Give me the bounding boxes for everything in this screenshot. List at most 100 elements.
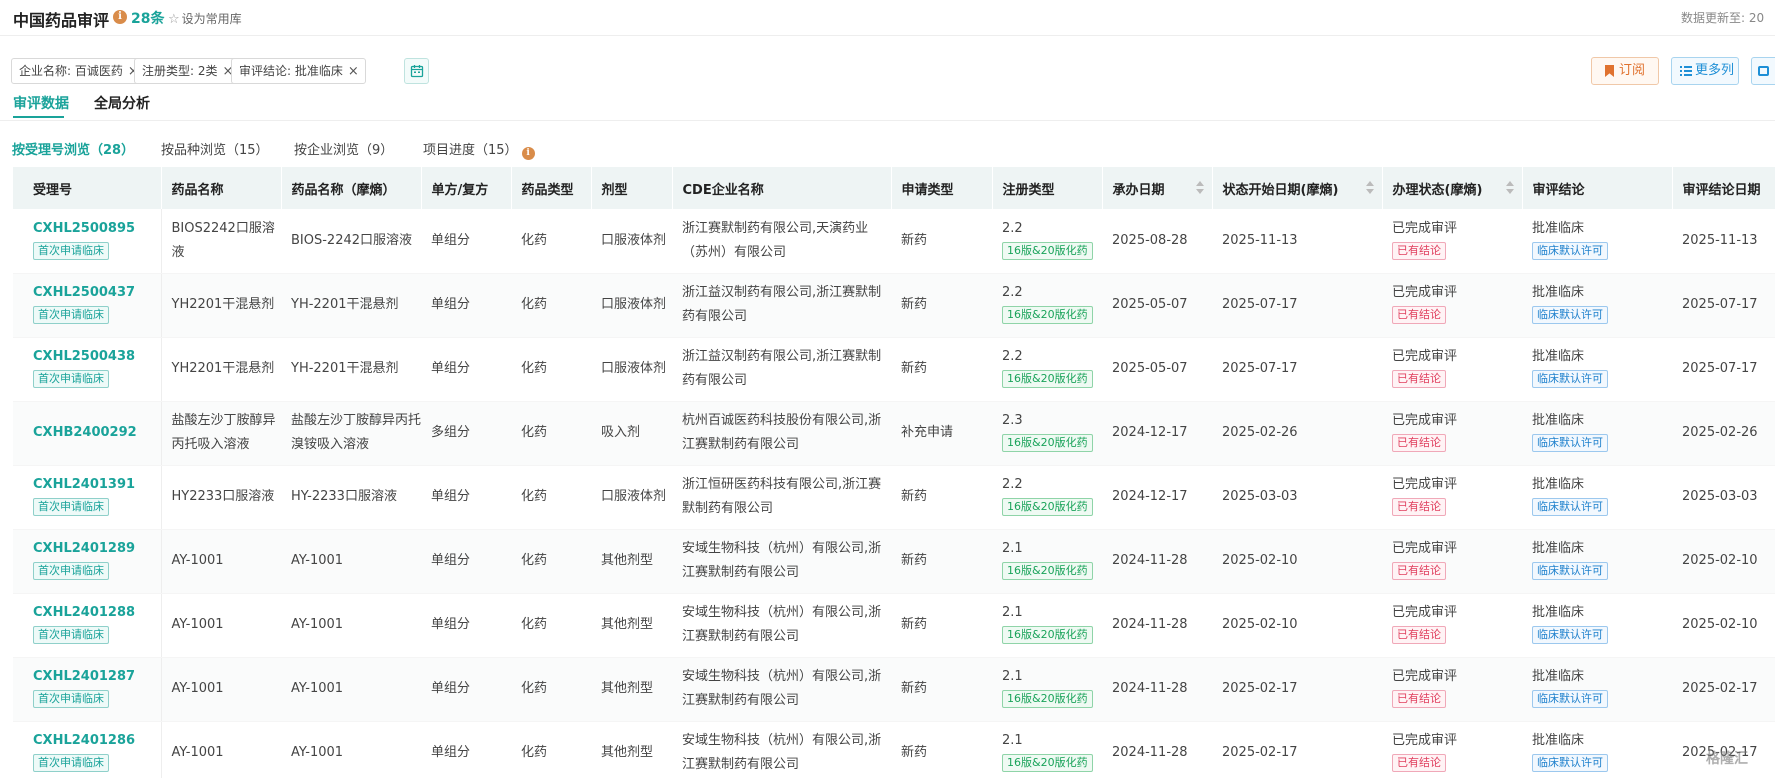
- sort-icon[interactable]: [1505, 181, 1514, 195]
- reg-type-tag: 16版&20版化药: [1002, 434, 1093, 452]
- column-header-sortable[interactable]: 承办日期: [1102, 167, 1213, 209]
- cell-drug-type: 化药: [511, 337, 591, 402]
- cell-company: 浙江恒研医药科技有限公司,浙江赛默制药有限公司: [672, 465, 891, 530]
- reg-type-value: 2.1: [1002, 669, 1023, 684]
- acceptance-no-link[interactable]: CXHL2401288: [33, 603, 161, 623]
- set-favorite-label: 设为常用库: [181, 12, 242, 26]
- cell-name-ms: HY-2233口服溶液: [281, 465, 421, 530]
- table-row[interactable]: CXHL2401289 首次申请临床 AY-1001 AY-1001 单组分 化药 其他剂型…: [13, 529, 1775, 594]
- cell-name: HY2233口服溶液: [161, 465, 281, 530]
- table-row[interactable]: CXHL2401391 首次申请临床 HY2233口服溶液 HY-2233口服溶液 单组…: [13, 465, 1775, 530]
- export-button[interactable]: [1751, 57, 1775, 85]
- bookmark-icon: [1605, 65, 1614, 77]
- cell-reg-type: 2.1 16版&20版化药: [992, 593, 1102, 658]
- filter-chip-company[interactable]: 企业名称: 百诚医药×: [11, 58, 146, 84]
- column-header[interactable]: 审评结论: [1522, 167, 1673, 209]
- column-header[interactable]: CDE企业名称: [672, 167, 892, 209]
- subtab-by-company[interactable]: 按企业浏览（9）: [294, 139, 393, 158]
- more-columns-button[interactable]: 更多列: [1671, 57, 1739, 85]
- acceptance-no-link[interactable]: CXHL2401286: [33, 731, 161, 751]
- cell-conclusion-date: 2025-02-17: [1672, 657, 1775, 722]
- subscribe-button[interactable]: 订阅: [1591, 57, 1659, 85]
- subtab-project-progress[interactable]: 项目进度（15） i: [423, 139, 535, 160]
- info-icon[interactable]: i: [113, 10, 127, 24]
- subscribe-label: 订阅: [1619, 63, 1646, 78]
- acceptance-no-link[interactable]: CXHL2401287: [33, 667, 161, 687]
- column-header-label: 办理状态(摩熵): [1392, 182, 1483, 198]
- application-tag: 首次申请临床: [33, 754, 109, 772]
- column-header[interactable]: 审评结论日期: [1672, 167, 1775, 209]
- cell-acceptance-no: CXHL2500438 首次申请临床: [13, 337, 162, 402]
- cell-status-date: 2025-02-10: [1212, 593, 1382, 658]
- column-header-sortable[interactable]: 状态开始日期(摩熵): [1212, 167, 1383, 209]
- filter-chip-conclusion[interactable]: 审评结论: 批准临床 ×: [231, 58, 366, 84]
- cell-name: YH2201干混悬剂: [161, 273, 281, 338]
- cell-acceptance-no: CXHL2500437 首次申请临床: [13, 273, 162, 338]
- cell-company: 浙江益汉制药有限公司,浙江赛默制药有限公司: [672, 273, 891, 338]
- set-favorite-button[interactable]: ☆ 设为常用库: [168, 10, 242, 27]
- cell-status-date: 2025-02-17: [1212, 657, 1382, 722]
- column-header-sortable[interactable]: 办理状态(摩熵): [1382, 167, 1523, 209]
- application-tag: 首次申请临床: [33, 562, 109, 580]
- cell-reg-type: 2.1 16版&20版化药: [992, 657, 1102, 722]
- column-header[interactable]: 受理号: [13, 167, 162, 209]
- column-header[interactable]: 剂型: [591, 167, 673, 209]
- table-row[interactable]: CXHL2500438 首次申请临床 YH2201干混悬剂 YH-2201干混悬剂 单组…: [13, 337, 1775, 402]
- table-body: CXHL2500895 首次申请临床 BIOS2242口服溶液 BIOS-2242口服…: [13, 209, 1775, 778]
- cell-reg-type: 2.2 16版&20版化药: [992, 337, 1102, 402]
- acceptance-no-link[interactable]: CXHB2400292: [33, 423, 161, 443]
- cell-reg-type: 2.2 16版&20版化药: [992, 273, 1102, 338]
- cell-company: 浙江益汉制药有限公司,浙江赛默制药有限公司: [672, 337, 891, 402]
- conclusion-value: 批准临床: [1532, 605, 1585, 620]
- column-header[interactable]: 注册类型: [992, 167, 1103, 209]
- reg-type-tag: 16版&20版化药: [1002, 754, 1093, 772]
- acceptance-no-link[interactable]: CXHL2401391: [33, 475, 161, 495]
- table-row[interactable]: CXHL2401288 首次申请临床 AY-1001 AY-1001 单组分 化药 其他剂型…: [13, 593, 1775, 658]
- cell-status-date: 2025-03-03: [1212, 465, 1382, 530]
- cell-conclusion-date: 2025-02-26: [1672, 401, 1775, 466]
- cell-conclusion: 批准临床 临床默认许可: [1522, 593, 1672, 658]
- calendar-button[interactable]: [404, 58, 429, 84]
- cell-company: 安域生物科技（杭州）有限公司,浙江赛默制药有限公司: [672, 657, 891, 722]
- cell-status: 已完成审评 已有结论: [1382, 657, 1522, 722]
- sort-icon[interactable]: [1195, 181, 1204, 195]
- conclusion-value: 批准临床: [1532, 477, 1585, 492]
- subtab-by-acceptance-no[interactable]: 按受理号浏览（28）: [12, 139, 134, 158]
- acceptance-no-link[interactable]: CXHL2401289: [33, 539, 161, 559]
- table-row[interactable]: CXHL2500437 首次申请临床 YH2201干混悬剂 YH-2201干混悬剂 单组…: [13, 273, 1775, 338]
- tab-global-analysis[interactable]: 全局分析: [94, 93, 150, 113]
- table-row[interactable]: CXHB2400292 盐酸左沙丁胺醇异丙托吸入溶液 盐酸左沙丁胺醇异丙托溴铵吸入溶…: [13, 401, 1775, 466]
- table-row[interactable]: CXHL2401287 首次申请临床 AY-1001 AY-1001 单组分 化药 其他剂型…: [13, 657, 1775, 722]
- column-header[interactable]: 药品类型: [511, 167, 592, 209]
- acceptance-no-link[interactable]: CXHL2500438: [33, 347, 161, 367]
- column-header[interactable]: 药品名称: [161, 167, 282, 209]
- sort-icon[interactable]: [1365, 181, 1374, 195]
- cell-app-type: 补充申请: [891, 401, 992, 466]
- cell-acceptance-no: CXHL2401286 首次申请临床: [13, 721, 162, 778]
- table-row[interactable]: CXHL2401286 首次申请临床 AY-1001 AY-1001 单组分 化药 其他剂型…: [13, 721, 1775, 778]
- close-icon[interactable]: ×: [348, 64, 359, 79]
- cell-status-date: 2025-02-26: [1212, 401, 1382, 466]
- acceptance-no-link[interactable]: CXHL2500437: [33, 283, 161, 303]
- column-header[interactable]: 单方/复方: [421, 167, 512, 209]
- status-value: 已完成审评: [1392, 541, 1458, 556]
- status-value: 已完成审评: [1392, 669, 1458, 684]
- cell-drug-type: 化药: [511, 209, 591, 274]
- cell-form: 吸入剂: [591, 401, 672, 466]
- info-icon[interactable]: i: [521, 147, 535, 160]
- reg-type-tag: 16版&20版化药: [1002, 562, 1093, 580]
- cell-accept-date: 2024-12-17: [1102, 465, 1212, 530]
- cell-app-type: 新药: [891, 337, 992, 402]
- reg-type-tag: 16版&20版化药: [1002, 306, 1093, 324]
- cell-name-ms: YH-2201干混悬剂: [281, 337, 421, 402]
- cell-drug-type: 化药: [511, 465, 591, 530]
- subtab-by-variety[interactable]: 按品种浏览（15）: [161, 139, 269, 158]
- acceptance-no-link[interactable]: CXHL2500895: [33, 219, 161, 239]
- cell-form: 其他剂型: [591, 529, 672, 594]
- filter-chip-reg-type[interactable]: 注册类型: 2类 ×: [134, 58, 241, 84]
- column-header[interactable]: 药品名称（摩熵）: [281, 167, 422, 209]
- table-row[interactable]: CXHL2500895 首次申请临床 BIOS2242口服溶液 BIOS-2242口服…: [13, 209, 1775, 274]
- column-header[interactable]: 申请类型: [891, 167, 993, 209]
- record-count: 28条: [131, 11, 165, 27]
- tab-review-data[interactable]: 审评数据: [13, 93, 69, 113]
